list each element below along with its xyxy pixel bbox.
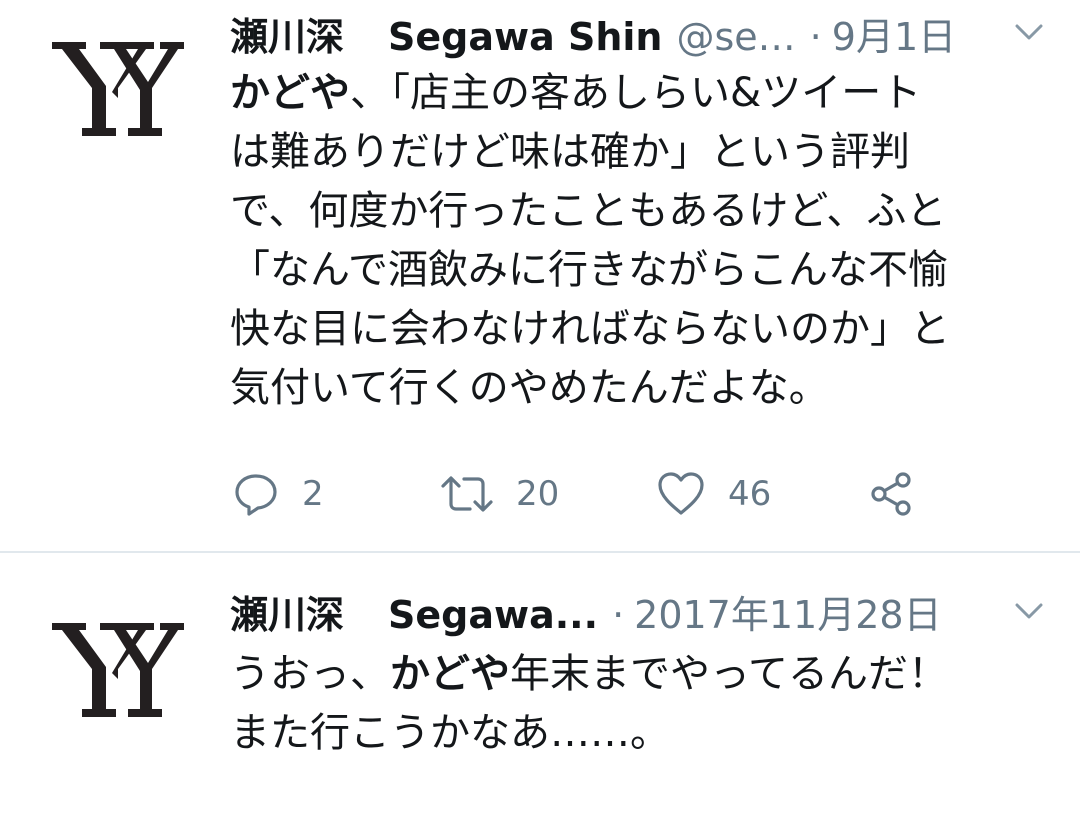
share-icon [871, 472, 911, 516]
tweet-text: うおっ、かどや年末までやってるんだ！ また行こうかなあ……。 [230, 645, 1040, 763]
reply-count: 2 [302, 474, 324, 514]
tweet-date[interactable]: 2017年11月28日 [634, 584, 941, 639]
tweet-date[interactable]: 9月1日 [832, 6, 956, 61]
tweet-header: 瀬川深 Segawa... · 2017年11月28日 [230, 584, 1046, 640]
retweet-count: 20 [516, 474, 560, 514]
tweet[interactable]: 瀬川深 Segawa Shin @se… · 9月1日 かどや、「店主の客あしら… [0, 0, 1080, 552]
separator-dot: · [809, 15, 822, 59]
reply-button[interactable]: 2 [232, 466, 324, 522]
tweet-text-line: 気付いて行くのやめたんだよな。 [230, 359, 1040, 418]
tweet-text-line: かどや、「店主の客あしらい&ツイート [230, 64, 1040, 123]
tweet-text-segment: また行こうかなあ……。 [230, 710, 670, 756]
tweet-text-segment: は難ありだけど味は確か」という評判 [230, 129, 910, 175]
author-handle[interactable]: @se… [676, 15, 795, 59]
tweet-text-line: 快な目に会わなければならないのか」と [230, 300, 1040, 359]
author-display-name[interactable]: Segawa Shin [388, 15, 662, 59]
tweet-text-segment: 年末までやってるんだ！ [510, 651, 948, 697]
tweet[interactable]: 瀬川深 Segawa... · 2017年11月28日 うおっ、かどや年末までや… [0, 553, 1080, 817]
author-name[interactable]: 瀬川深 [230, 584, 344, 639]
retweet-icon [441, 476, 493, 512]
reply-icon [235, 474, 277, 516]
author-name[interactable]: 瀬川深 [230, 6, 344, 61]
yy-logo [52, 42, 184, 136]
tweet-text-segment: で、何度か行ったこともあるけど、ふと [230, 188, 947, 234]
tweet-text-segment: うおっ、 [230, 651, 390, 697]
tweet-text-line: また行こうかなあ……。 [230, 704, 1040, 763]
chevron-down-icon[interactable] [1014, 22, 1044, 42]
tweet-text: かどや、「店主の客あしらい&ツイートは難ありだけど味は確か」という評判 で、何度か… [230, 64, 1040, 418]
tweet-text-line: 「なんで酒飲みに行きながらこんな不愉 [230, 241, 1040, 300]
tweet-header: 瀬川深 Segawa Shin @se… · 9月1日 [230, 6, 1046, 62]
avatar[interactable] [48, 619, 186, 723]
tweet-text-segment: 「なんで酒飲みに行きながらこんな不愉 [230, 247, 948, 293]
retweet-button[interactable]: 20 [440, 466, 559, 522]
tweet-actions: 2 20 46 [232, 466, 932, 522]
heart-icon [658, 472, 704, 515]
chevron-down-icon[interactable] [1014, 601, 1044, 621]
tweet-text-line: で、何度か行ったこともあるけど、ふと [230, 182, 1040, 241]
tweet-text-line: うおっ、かどや年末までやってるんだ！ [230, 645, 1040, 704]
like-button[interactable]: 46 [656, 466, 771, 522]
like-count: 46 [728, 474, 772, 514]
tweet-text-bold: かどや [230, 70, 350, 116]
share-button[interactable] [868, 466, 916, 522]
tweet-text-bold: かどや [390, 651, 510, 697]
avatar[interactable] [48, 38, 186, 142]
tweet-text-segment: 気付いて行くのやめたんだよな。 [230, 365, 829, 411]
tweet-text-segment: 快な目に会わなければならないのか」と [230, 306, 950, 352]
separator-dot: · [612, 593, 625, 637]
tweet-text-line: は難ありだけど味は確か」という評判 [230, 123, 1040, 182]
tweet-text-segment: 、「店主の客あしらい&ツイート [350, 70, 922, 116]
yy-logo [52, 623, 184, 717]
author-display-name[interactable]: Segawa... [388, 593, 598, 637]
